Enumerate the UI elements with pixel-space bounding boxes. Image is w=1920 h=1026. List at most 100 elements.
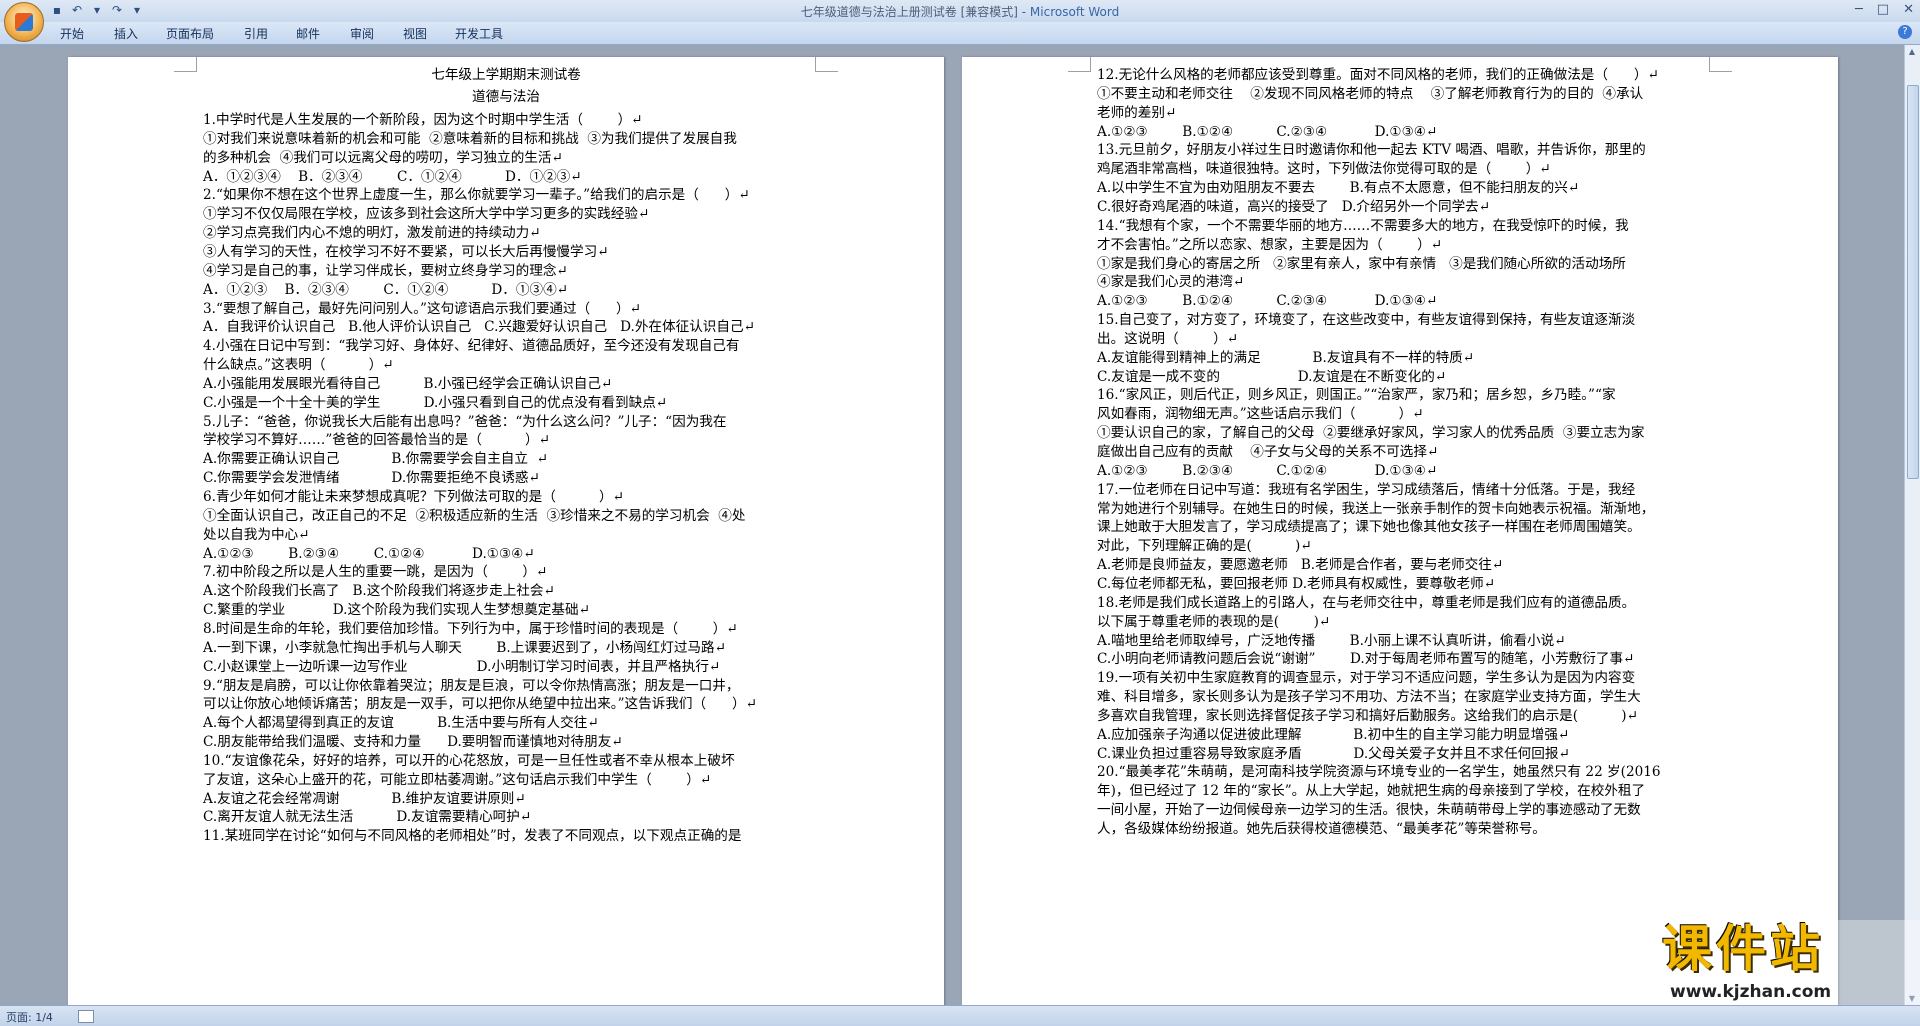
document-line: 难、科目增多，家长则多认为是孩子学习不用功、方法不当；在家庭学业支持方面，学生大 bbox=[1097, 689, 1641, 706]
document-line: 人，各级媒体纷纷报道。她先后获得校道德模范、“最美孝花”等荣誉称号。 bbox=[1097, 821, 1546, 837]
margin-corner-mark bbox=[1068, 57, 1091, 72]
tab-developer[interactable]: 开发工具 bbox=[455, 25, 503, 42]
document-line: A.友谊之花会经常凋谢 B.维护友谊要讲原则↵ bbox=[203, 790, 526, 807]
document-line: 庭做出自己应有的贡献 ④子女与父母的关系不可选择↵ bbox=[1097, 444, 1439, 460]
margin-corner-mark bbox=[1709, 57, 1732, 72]
document-line: 可以让你放心地倾诉痛苦；朋友是一双手，可以把你从绝望中拉出来。”这告诉我们（ ）… bbox=[203, 696, 758, 713]
ribbon-tabs: 开始 插入 页面布局 引用 邮件 审阅 视图 开发工具 ? bbox=[0, 22, 1920, 45]
document-line: A.①②③ B.②③④ C.①②④ D.①③④↵ bbox=[1097, 462, 1438, 479]
document-line: C.你需要学会发泄情绪 D.你需要拒绝不良诱惑↵ bbox=[203, 470, 540, 487]
title-bar: ▪ ↶ ▾ ↷ ▾ 七年级道德与法治上册测试卷 [兼容模式] - Microso… bbox=[0, 0, 1920, 23]
document-line: 7.初中阶段之所以是人生的重要一跳，是因为（ ）↵ bbox=[203, 564, 548, 581]
scroll-up-icon[interactable]: ▲ bbox=[1907, 47, 1917, 56]
document-line: 18.老师是我们成长道路上的引路人，在与老师交往中，尊重老师是我们应有的道德品质… bbox=[1097, 594, 1636, 611]
document-line: 风如春雨，润物细无声。”这些话启示我们（ ）↵ bbox=[1097, 406, 1424, 423]
document-line: ①家是我们身心的寄居之所 ②家里有亲人，家中有亲情 ③是我们随心所欲的活动场所 bbox=[1097, 255, 1626, 272]
document-line: ①要认识自己的家，了解自己的父母 ②要继承好家风，学习家人的优秀品质 ③要立志为… bbox=[1097, 425, 1645, 442]
close-icon[interactable]: ✕ bbox=[1903, 2, 1914, 17]
document-line: C.每位老师都无私，要回报老师 D.老师具有权威性，要尊敬老师↵ bbox=[1097, 575, 1496, 592]
document-line: A．①②③④ B．②③④ C．①②④ D．①②③↵ bbox=[203, 168, 582, 185]
vertical-scrollbar[interactable]: ▲ ▼ bbox=[1904, 45, 1920, 1005]
document-line: C.很好奇鸡尾酒的味道，高兴的接受了 D.介绍另外一个同学去↵ bbox=[1097, 198, 1491, 215]
document-line: ④学习是自己的事，让学习伴成长，要树立终身学习的理念↵ bbox=[203, 262, 568, 279]
document-line: 3.“要想了解自己，最好先问问别人。”这句谚语启示我们要通过（ ）↵ bbox=[203, 300, 642, 317]
status-bar: 页面: 1/4 bbox=[0, 1005, 1920, 1026]
document-line: 课上她敢于大胆发言了，学习成绩提高了；课下她也像其他女孩子一样围在老师周围嬉笑。 bbox=[1097, 519, 1641, 536]
document-line: A.小强能用发展眼光看待自己 B.小强已经学会正确认识自己↵ bbox=[203, 375, 613, 392]
tab-references[interactable]: 引用 bbox=[244, 25, 268, 42]
document-line: ①不要主动和老师交往 ②发现不同风格老师的特点 ③了解老师教育行为的目的 ④承认 bbox=[1097, 85, 1644, 102]
window-controls: ─ □ ✕ bbox=[1855, 2, 1914, 17]
document-line: A.你需要正确认识自己 B.你需要学会自主自立 ↵ bbox=[203, 451, 549, 468]
document-line: A.①②③ B.①②④ C.②③④ D.①③④↵ bbox=[1097, 293, 1438, 310]
document-line: 20.“最美孝花”朱萌萌，是河南科技学院资源与环境专业的一名学生，她虽然只有 2… bbox=[1097, 764, 1661, 781]
proofing-icon[interactable] bbox=[78, 1010, 94, 1023]
tab-view[interactable]: 视图 bbox=[403, 25, 427, 42]
document-line: 17.一位老师在日记中写道：我班有名学困生，学习成绩落后，情绪十分低落。于是，我… bbox=[1097, 481, 1636, 498]
document-line: 鸡尾酒非常高档，味道很独特。这时，下列做法你觉得可取的是（ ）↵ bbox=[1097, 161, 1551, 178]
minimize-icon[interactable]: ─ bbox=[1855, 2, 1863, 17]
document-title: 七年级道德与法治上册测试卷 [兼容模式] - bbox=[800, 5, 1030, 19]
document-line: 出。这说明（ ）↵ bbox=[1097, 330, 1239, 347]
document-line: ③人有学习的天性，在校学习不好不要紧，可以长大后再慢慢学习↵ bbox=[203, 243, 609, 260]
document-line: A.每个人都渴望得到真正的友谊 B.生活中要与所有人交往↵ bbox=[203, 715, 599, 732]
page-1[interactable]: 七年级上学期期末测试卷 道德与法治 1.中学时代是人生发展的一个新阶段，因为这个… bbox=[68, 57, 944, 1005]
document-line: C.课业负担过重容易导致家庭矛盾 D.父母关爱子女并且不求任何回报↵ bbox=[1097, 745, 1570, 762]
watermark-url: www.kjzhan.com bbox=[1670, 982, 1832, 1002]
document-line: C.友谊是一成不变的 D.友谊是在不断变化的↵ bbox=[1097, 368, 1447, 385]
document-line: 10.“友谊像花朵，好好的培养，可以开的心花怒放，可是一旦任性或者不幸从根本上破… bbox=[203, 752, 735, 769]
document-line: 常为她进行个别辅导。在她生日的时候，我送上一张亲手制作的贺卡向她表示祝福。渐渐地… bbox=[1097, 500, 1655, 517]
tab-mailings[interactable]: 邮件 bbox=[296, 25, 320, 42]
document-area[interactable]: 七年级上学期期末测试卷 道德与法治 1.中学时代是人生发展的一个新阶段，因为这个… bbox=[0, 45, 1905, 1005]
document-line: A.以中学生不宜为由劝阻朋友不要去 B.有点不太愿意，但不能扫朋友的兴↵ bbox=[1097, 180, 1580, 197]
document-line: A.应加强亲子沟通以促进彼此理解 B.初中生的自主学习能力明显增强↵ bbox=[1097, 726, 1570, 743]
document-line: 老师的差别↵ bbox=[1097, 104, 1177, 121]
document-line: 以下属于尊重老师的表现的是( )↵ bbox=[1097, 613, 1331, 630]
document-line: 的多种机会 ④我们可以远离父母的唠叨，学习独立的生活↵ bbox=[203, 149, 563, 166]
document-line: A．自我评价认识自己 B.他人评价认识自己 C.兴趣爱好认识自己 D.外在体征认… bbox=[203, 319, 755, 336]
tab-review[interactable]: 审阅 bbox=[350, 25, 374, 42]
document-line: 什么缺点。”这表明（ ）↵ bbox=[203, 357, 394, 374]
exam-subtitle: 道德与法治 bbox=[472, 89, 540, 105]
document-line: ①全面认识自己，改正自己的不足 ②积极适应新的生活 ③珍惜来之不易的学习机会 ④… bbox=[203, 507, 746, 524]
document-line: 多喜欢自我管理，家长则选择督促孩子学习和搞好后勤服务。这给我们的启示是( )↵ bbox=[1097, 707, 1638, 724]
office-button[interactable] bbox=[4, 2, 44, 42]
document-line: A．①②③ B．②③④ C．①②④ D．①③④↵ bbox=[203, 281, 569, 298]
document-line: C.小强是一个十全十美的学生 D.小强只看到自己的优点没有看到缺点↵ bbox=[203, 394, 668, 411]
help-icon[interactable]: ? bbox=[1898, 25, 1912, 39]
document-line: 学校学习不算好……”爸爸的回答最恰当的是（ ）↵ bbox=[203, 432, 551, 449]
document-line: 5.儿子：“爸爸，你说我长大后能有出息吗？”爸爸：“为什么这么问？”儿子：“因为… bbox=[203, 413, 727, 430]
document-line: A.这个阶段我们长高了 B.这个阶段我们将逐步走上社会↵ bbox=[203, 583, 555, 600]
document-line: C.繁重的学业 D.这个阶段为我们实现人生梦想奠定基础↵ bbox=[203, 602, 590, 619]
document-line: 14.“我想有个家，一个不需要华丽的地方……不需要多大的地方，在我受惊吓的时候，… bbox=[1097, 217, 1629, 234]
document-line: 处以自我为中心↵ bbox=[203, 526, 310, 543]
document-line: 19.一项有关初中生家庭教育的调查显示，对于学习不适应问题，学生多认为是因为内容… bbox=[1097, 670, 1636, 687]
scrollbar-thumb[interactable] bbox=[1907, 85, 1919, 479]
document-line: A.一到下课，小李就急忙掏出手机与人聊天 B.上课要迟到了，小杨闯红灯过马路↵ bbox=[203, 639, 726, 656]
document-line: 16.“家风正，则后代正，则乡风正，则国正。”“治家严，家乃和；居乡恕，乡乃睦。… bbox=[1097, 387, 1616, 404]
document-line: C.小明向老师请教问题后会说“谢谢” D.对于每周老师布置写的随笔，小芳敷衍了事… bbox=[1097, 651, 1635, 668]
page-count[interactable]: 页面: 1/4 bbox=[6, 1009, 53, 1025]
document-line: 一间小屋，开始了一边伺候母亲一边学习的生活。很快，朱萌萌带母上学的事迹感动了无数 bbox=[1097, 802, 1641, 819]
document-line: A.友谊能得到精神上的满足 B.友谊具有不一样的特质↵ bbox=[1097, 349, 1475, 366]
document-line: ②学习点亮我们内心不熄的明灯，激发前进的持续动力↵ bbox=[203, 225, 541, 242]
document-line: 2.“如果你不想在这个世界上虚度一生，那么你就要学习一辈子。”给我们的启示是（ … bbox=[203, 187, 750, 204]
office-logo-icon bbox=[15, 13, 33, 31]
document-line: A.①②③ B.①②④ C.②③④ D.①③④↵ bbox=[1097, 123, 1438, 140]
tab-home[interactable]: 开始 bbox=[60, 25, 84, 42]
tab-insert[interactable]: 插入 bbox=[114, 25, 138, 42]
document-line: A.喵地里给老师取绰号，广泛地传播 B.小丽上课不认真听讲，偷看小说↵ bbox=[1097, 632, 1566, 649]
document-line: 了友谊，这朵心上盛开的花，可能立即枯萎凋谢。”这句话启示我们中学生（ ）↵ bbox=[203, 771, 712, 788]
watermark-text: 课件站 bbox=[1662, 920, 1824, 978]
page-2[interactable]: 12.无论什么风格的老师都应该受到尊重。面对不同风格的老师，我们的正确做法是（ … bbox=[962, 57, 1838, 1005]
document-line: C.小赵课堂上一边听课一边写作业 D.小明制订学习时间表，并且严格执行↵ bbox=[203, 658, 721, 675]
document-line: 才不会害怕。”之所以恋家、想家，主要是因为（ ）↵ bbox=[1097, 236, 1443, 253]
document-line: A.①②③ B.②③④ C.①②④ D.①③④↵ bbox=[203, 545, 535, 562]
document-line: ①对我们来说意味着新的机会和可能 ②意味着新的目标和挑战 ③为我们提供了发展自我 bbox=[203, 130, 737, 147]
document-line: 15.自己变了，对方变了，环境变了，在这些改变中，有些友谊得到保持，有些友谊逐渐… bbox=[1097, 312, 1636, 329]
tab-page-layout[interactable]: 页面布局 bbox=[166, 25, 214, 42]
maximize-icon[interactable]: □ bbox=[1877, 2, 1889, 17]
document-line: A.老师是良师益友，要愿邀老师 B.老师是合作者，要与老师交往↵ bbox=[1097, 557, 1504, 574]
document-line: 12.无论什么风格的老师都应该受到尊重。面对不同风格的老师，我们的正确做法是（ … bbox=[1097, 67, 1659, 83]
document-line: ④家是我们心灵的港湾↵ bbox=[1097, 274, 1245, 291]
